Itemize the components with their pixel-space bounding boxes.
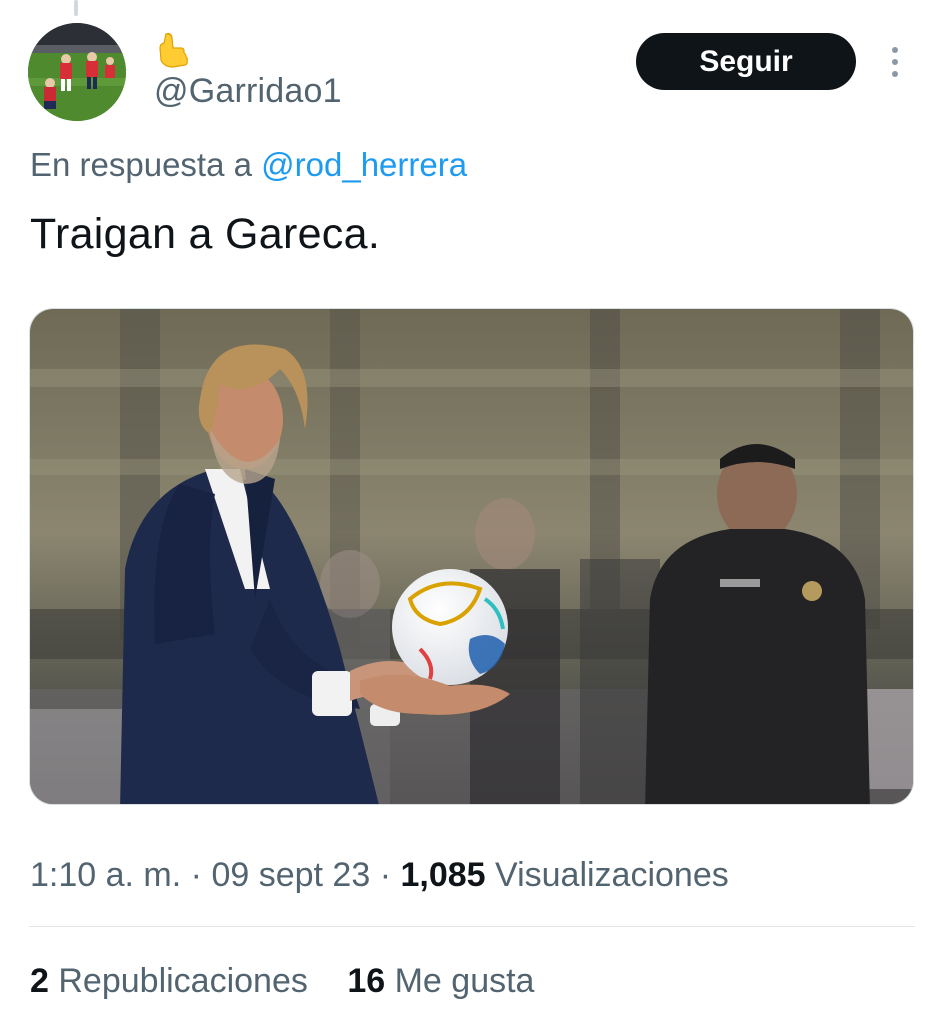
likes-stat[interactable]: 16 Me gusta	[347, 962, 534, 1001]
dot	[892, 59, 898, 65]
tweet-text: Traigan a Gareca.	[30, 210, 381, 258]
engagement-stats: 2 Republicaciones 16 Me gusta	[30, 962, 534, 1001]
likes-count: 16	[347, 962, 386, 1000]
reposts-stat[interactable]: 2 Republicaciones	[30, 962, 308, 1001]
call-me-hand-emoji-icon	[154, 28, 198, 72]
separator-dot: ·	[379, 856, 392, 894]
follow-button[interactable]: Seguir	[636, 33, 856, 90]
avatar[interactable]	[28, 23, 126, 121]
tweet-meta: 1:10 a. m. · 09 sept 23 · 1,085 Visualiz…	[30, 856, 729, 895]
views-label: Visualizaciones	[495, 856, 729, 894]
divider	[29, 926, 915, 927]
reply-mention-link[interactable]: @rod_herrera	[261, 146, 467, 183]
author-handle[interactable]: @Garridao1	[154, 72, 342, 111]
reposts-count: 2	[30, 962, 49, 1000]
separator-dot: ·	[190, 856, 202, 894]
more-options-icon[interactable]	[884, 40, 906, 84]
views-count: 1,085	[400, 856, 486, 894]
tweet-time[interactable]: 1:10 a. m.	[30, 856, 181, 894]
likes-label: Me gusta	[394, 962, 535, 1000]
dot	[892, 71, 898, 77]
reposts-label: Republicaciones	[58, 962, 308, 1000]
tweet-photo[interactable]	[29, 308, 914, 805]
reply-prefix: En respuesta a	[30, 146, 252, 183]
tweet-date[interactable]: 09 sept 23	[211, 856, 370, 894]
thread-connector-line	[74, 0, 78, 16]
dot	[892, 47, 898, 53]
reply-context: En respuesta a @rod_herrera	[30, 146, 467, 184]
